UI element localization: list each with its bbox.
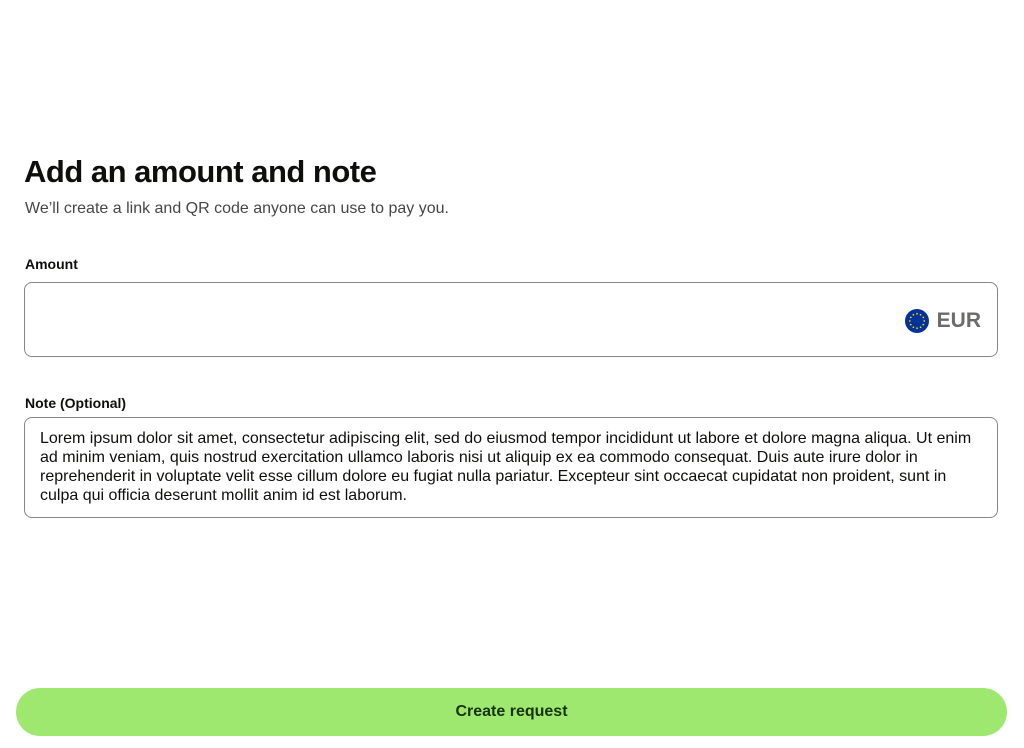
note-field: Lorem ipsum dolor sit amet, consectetur … [24, 417, 998, 518]
page-subtitle: We’ll create a link and QR code anyone c… [25, 200, 449, 217]
create-request-button[interactable]: Create request [16, 688, 1007, 736]
currency-code: EUR [936, 309, 981, 332]
eu-flag-icon [904, 309, 929, 333]
page-title: Add an amount and note [24, 154, 377, 189]
note-label: Note (Optional) [25, 395, 127, 411]
note-textarea[interactable]: Lorem ipsum dolor sit amet, consectetur … [40, 429, 982, 513]
currency-selector[interactable]: EUR [904, 309, 981, 333]
amount-label: Amount [25, 256, 78, 272]
amount-field: EUR [24, 282, 998, 357]
amount-input[interactable] [41, 297, 885, 345]
request-form-page: Add an amount and note We’ll create a li… [0, 0, 1024, 748]
